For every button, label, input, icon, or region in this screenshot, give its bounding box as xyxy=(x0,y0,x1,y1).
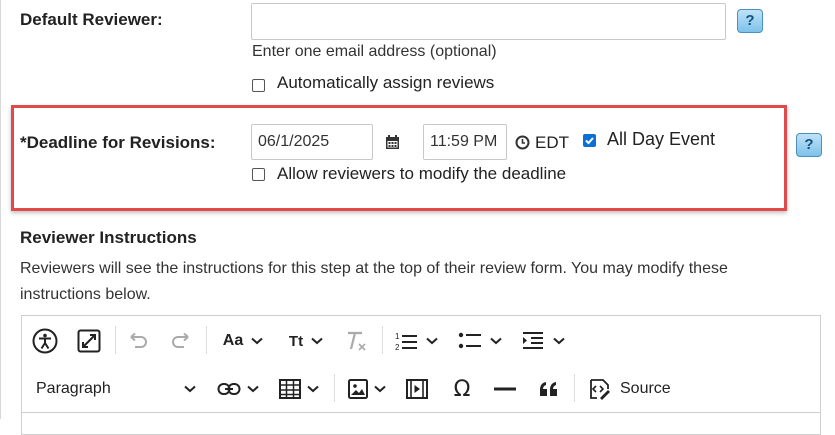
font-family-icon[interactable]: Aa xyxy=(218,328,268,354)
all-day-checkbox[interactable] xyxy=(583,134,596,147)
remove-format-icon[interactable] xyxy=(342,328,370,354)
toolbar-separator xyxy=(382,326,383,354)
undo-icon[interactable] xyxy=(125,328,151,354)
timezone-label: EDT xyxy=(535,133,569,152)
instructions-heading: Reviewer Instructions xyxy=(20,228,197,247)
deadline-time-input[interactable]: 11:59 PM xyxy=(423,124,507,160)
source-icon xyxy=(590,379,610,400)
media-icon[interactable] xyxy=(402,376,432,402)
toolbar-separator xyxy=(574,374,575,402)
calendar-icon[interactable] xyxy=(385,135,400,155)
special-char-icon[interactable]: Ω xyxy=(447,376,477,402)
accessibility-icon[interactable] xyxy=(31,327,59,355)
toolbar-separator xyxy=(206,326,207,354)
auto-assign-checkbox[interactable] xyxy=(252,79,265,92)
default-reviewer-email-input[interactable] xyxy=(251,3,726,40)
auto-assign-label[interactable]: Automatically assign reviews xyxy=(277,73,494,93)
link-icon[interactable] xyxy=(214,376,262,402)
left-border xyxy=(0,0,1,419)
deadline-help-button[interactable]: ? xyxy=(796,133,822,157)
default-reviewer-help-button[interactable]: ? xyxy=(737,9,763,33)
default-reviewer-label: Default Reviewer: xyxy=(20,10,163,29)
deadline-label: *Deadline for Revisions: xyxy=(20,133,216,152)
clock-icon xyxy=(515,135,530,155)
toolbar-separator xyxy=(115,326,116,354)
toolbar-separator xyxy=(334,374,335,402)
fullscreen-icon[interactable] xyxy=(75,327,103,355)
bulleted-list-icon[interactable] xyxy=(454,328,506,354)
allow-modify-deadline-label[interactable]: Allow reviewers to modify the deadline xyxy=(277,164,566,184)
source-button[interactable]: Source xyxy=(588,376,680,402)
horizontal-line-icon[interactable] xyxy=(490,376,520,402)
redo-icon[interactable] xyxy=(168,328,194,354)
deadline-date-input[interactable]: 06/1/2025 xyxy=(251,124,373,160)
indent-icon[interactable] xyxy=(518,328,568,354)
font-size-icon[interactable]: Tt xyxy=(282,328,330,354)
toolbar-bottom-border xyxy=(22,412,820,413)
email-hint: Enter one email address (optional) xyxy=(252,43,497,60)
chevron-down-icon xyxy=(184,385,196,393)
image-icon[interactable] xyxy=(342,376,392,402)
numbered-list-icon[interactable]: 12 xyxy=(390,328,442,354)
rich-text-editor[interactable]: Aa Tt 12 Paragraph Ω Source xyxy=(21,315,821,435)
blockquote-icon[interactable] xyxy=(534,376,564,402)
instructions-description: Reviewers will see the instructions for … xyxy=(20,260,728,303)
svg-text:1: 1 xyxy=(395,332,400,341)
allow-modify-deadline-checkbox[interactable] xyxy=(252,168,265,181)
svg-text:2: 2 xyxy=(395,343,400,352)
deadline-highlight-box xyxy=(11,105,787,211)
all-day-label[interactable]: All Day Event xyxy=(607,129,715,150)
paragraph-style-select[interactable]: Paragraph xyxy=(36,375,196,403)
table-icon[interactable] xyxy=(274,376,324,402)
